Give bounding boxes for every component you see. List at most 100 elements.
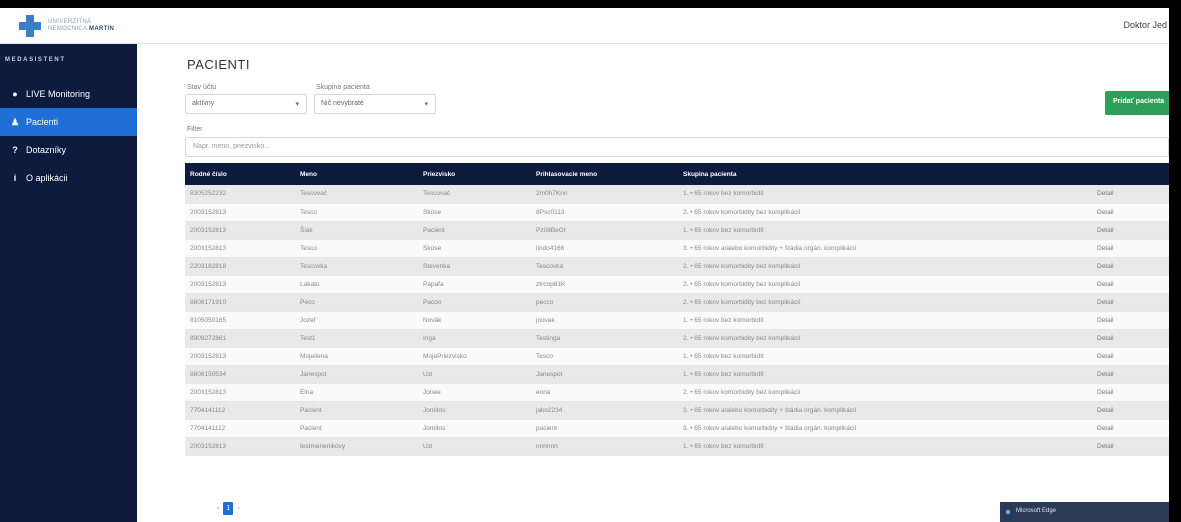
sidebar-item-o-aplikacii[interactable]: i O aplikácii [0, 164, 137, 192]
detail-link[interactable]: Detail [1092, 221, 1169, 240]
table-row[interactable]: 8305252232 Tescovač Tescovač 2m0h7Knn 1. • 6… [185, 185, 1169, 204]
skupina-cell: 1. • 65 rokov bez komorbidít [678, 311, 1092, 330]
notification-toast[interactable]: Microsoft Edge [1000, 502, 1169, 522]
detail-link[interactable]: Detail [1092, 275, 1169, 294]
status-select-value: aktívny [192, 100, 215, 107]
top-bar: UNIVERZITNÁ NEMOCNICA MARTIN Doktor Jed [0, 8, 1169, 44]
table-row[interactable]: 8808171910 Peco Pacoo pecco 2. • 65 rokov ko… [185, 293, 1169, 312]
meno-cell: Janespot [295, 365, 418, 384]
skupina-cell: 1. • 65 rokov bez komorbidít [678, 437, 1092, 456]
detail-link[interactable]: Detail [1092, 437, 1169, 456]
column-header-rodne-cislo[interactable]: Rodné číslo [185, 163, 295, 185]
rodne-cislo-cell: 2003152813 [185, 275, 295, 294]
column-header-actions [1092, 163, 1169, 185]
detail-link[interactable]: Detail [1092, 347, 1169, 366]
skupina-cell: 2. • 65 rokov komorbidity bez komplikáci… [678, 329, 1092, 348]
rodne-cislo-cell: 7704141112 [185, 419, 295, 438]
rodne-cislo-cell: 2003152813 [185, 203, 295, 222]
table-row[interactable]: 2003152813 Šiak Pacient Pz08BeGt 1. • 65 rok… [185, 221, 1169, 240]
detail-link[interactable]: Detail [1092, 401, 1169, 420]
skupina-cell: 2. • 65 rokov komorbidity bez komplikáci… [678, 293, 1092, 312]
add-patient-button[interactable]: Pridať pacienta [1105, 91, 1169, 115]
user-menu[interactable]: Doktor Jed [1123, 20, 1167, 30]
prihlasovacie-meno-cell: 8Psc0113 [531, 203, 678, 222]
main-content: PACIENTI Stav účtu aktívny ▾ Skupina pac… [137, 44, 1169, 522]
detail-link[interactable]: Detail [1092, 203, 1169, 222]
group-filter-label: Skupina pacienta [316, 84, 370, 91]
pagination-prev[interactable]: ‹ [217, 505, 219, 512]
skupina-cell: 3. • 65 rokov a/alebo komorbidity + štád… [678, 419, 1092, 438]
table-row[interactable]: 7704141112 Pacient Jomitos jako2234 3. • 65 … [185, 401, 1169, 420]
table-row[interactable]: 2003152813 Tesco Skúse lindo4166 3. • 65 rok… [185, 239, 1169, 258]
skupina-cell: 2. • 65 rokov komorbidity bez komplikáci… [678, 203, 1092, 222]
column-header-priezvisko[interactable]: Priezvisko [418, 163, 531, 185]
table-row[interactable]: 2203182818 Tescovka Stevenka Tescovka 2. • 6… [185, 257, 1169, 276]
prihlasovacie-meno-cell: 2m0h7Knn [531, 185, 678, 204]
prihlasovacie-meno-cell: jako2234 [531, 401, 678, 420]
detail-link[interactable]: Detail [1092, 365, 1169, 384]
detail-link[interactable]: Detail [1092, 239, 1169, 258]
priezvisko-cell: Skúse [418, 239, 531, 258]
meno-cell: testmenenikovy [295, 437, 418, 456]
detail-link[interactable]: Detail [1092, 329, 1169, 348]
user-icon: ♟ [10, 116, 20, 127]
record-icon: ● [12, 89, 18, 99]
sidebar-item-live-monitoring[interactable]: ● LIVE Monitoring [0, 80, 137, 108]
column-header-skupina-pacienta[interactable]: Skupina pacienta [678, 163, 1092, 185]
table-row[interactable]: 2003152813 testmenenikovy Uzi nnnnnn 1. • 65… [185, 437, 1169, 456]
cross-logo-icon [18, 14, 42, 38]
table-row[interactable]: 8909272861 Test1 Inga Testinga 2. • 65 rokov… [185, 329, 1169, 348]
skupina-cell: 2. • 65 rokov komorbidity bez komplikáci… [678, 257, 1092, 276]
column-header-meno[interactable]: Meno [295, 163, 418, 185]
rodne-cislo-cell: 2003152813 [185, 347, 295, 366]
status-filter-label: Stav účtu [187, 84, 217, 91]
group-select[interactable]: Nič nevybraté ▾ [314, 94, 436, 114]
rodne-cislo-cell: 2203182818 [185, 257, 295, 276]
priezvisko-cell: Pacoo [418, 293, 531, 312]
prihlasovacie-meno-cell: Tesco [531, 347, 678, 366]
priezvisko-cell: Tescovač [418, 185, 531, 204]
sidebar-item-dotazniky[interactable]: ? Dotazníky [0, 136, 137, 164]
prihlasovacie-meno-cell: Testinga [531, 329, 678, 348]
app-brand: MEDASISTENT [5, 57, 66, 63]
edge-icon [1006, 510, 1010, 514]
meno-cell: Elna [295, 383, 418, 402]
table-row[interactable]: 2003152813 Lakato Papafa ztrcop81K 2. • 65 r… [185, 275, 1169, 294]
table-row[interactable]: 7704141112 Pacient Jomitos pacient 3. • 65 r… [185, 419, 1169, 438]
table-row[interactable]: 2003152813 Elna Jonee eona 2. • 65 rokov kom… [185, 383, 1169, 402]
table-row[interactable]: 8808150534 Janespot Uzi Janespot 1. • 65 rok… [185, 365, 1169, 384]
prihlasovacie-meno-cell: Tescovka [531, 257, 678, 276]
detail-link[interactable]: Detail [1092, 383, 1169, 402]
priezvisko-cell: Novák [418, 311, 531, 330]
meno-cell: Tescovka [295, 257, 418, 276]
priezvisko-cell: Papafa [418, 275, 531, 294]
detail-link[interactable]: Detail [1092, 419, 1169, 438]
pagination-page-1[interactable]: 1 [223, 502, 234, 515]
prihlasovacie-meno-cell: lindo4166 [531, 239, 678, 258]
question-icon: ? [12, 145, 18, 155]
detail-link[interactable]: Detail [1092, 257, 1169, 276]
priezvisko-cell: Skúse [418, 203, 531, 222]
column-header-prihlasovacie-meno[interactable]: Prihlasovacie meno [531, 163, 678, 185]
table-row[interactable]: 2003152813 Tesco Skúse 8Psc0113 2. • 65 roko… [185, 203, 1169, 222]
priezvisko-cell: Pacient [418, 221, 531, 240]
table-row[interactable]: 2003152813 Mojeilena MojePriezvisko Tesco 1.… [185, 347, 1169, 366]
filter-input[interactable]: Napr. meno, priezvisko... [185, 137, 1169, 157]
priezvisko-cell: Stevenka [418, 257, 531, 276]
hospital-logo[interactable]: UNIVERZITNÁ NEMOCNICA MARTIN [18, 14, 114, 38]
skupina-cell: 2. • 65 rokov komorbidity bez komplikáci… [678, 383, 1092, 402]
chevron-down-icon: ▾ [424, 101, 428, 108]
priezvisko-cell: Jonee [418, 383, 531, 402]
priezvisko-cell: Inga [418, 329, 531, 348]
status-select[interactable]: aktívny ▾ [185, 94, 307, 114]
table-row[interactable]: 8105050165 Jozef Novák jnovak 1. • 65 rokov … [185, 311, 1169, 330]
detail-link[interactable]: Detail [1092, 185, 1169, 204]
sidebar-item-pacienti[interactable]: ♟ Pacienti [0, 108, 137, 136]
prihlasovacie-meno-cell: pacient [531, 419, 678, 438]
meno-cell: Tesco [295, 203, 418, 222]
detail-link[interactable]: Detail [1092, 293, 1169, 312]
detail-link[interactable]: Detail [1092, 311, 1169, 330]
skupina-cell: 3. • 65 rokov a/alebo komorbidity + štád… [678, 401, 1092, 420]
pagination-next[interactable]: › [237, 505, 239, 512]
toast-text: Microsoft Edge [1016, 508, 1057, 514]
